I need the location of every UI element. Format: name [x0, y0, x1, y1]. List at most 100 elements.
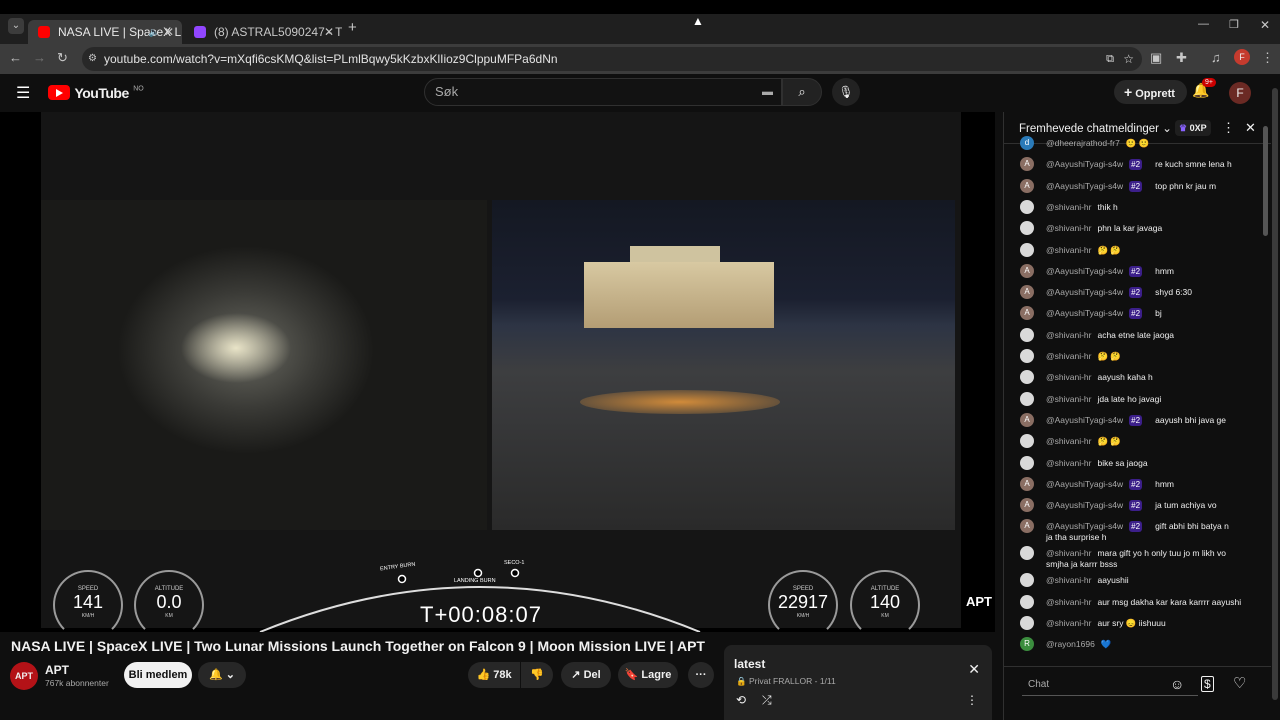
menu-dots-icon[interactable]: ⋮ [1261, 50, 1274, 66]
save-button[interactable]: 🔖 Lagre [618, 662, 678, 688]
chat-avatar[interactable] [1020, 455, 1034, 470]
install-icon[interactable]: ⧉ [1106, 47, 1114, 71]
chat-author[interactable]: @shivani-hr [1046, 575, 1091, 586]
close-tab-icon[interactable]: ✕ [324, 20, 334, 44]
minimize-button[interactable]: — [1198, 18, 1209, 30]
media-icon[interactable]: ♫ [1211, 50, 1221, 65]
close-chat-icon[interactable]: ✕ [1245, 120, 1256, 136]
chat-avatar[interactable]: A [1020, 498, 1034, 513]
xp-badge[interactable]: ♛ 0XP [1175, 120, 1211, 136]
search-button[interactable]: ⌕ [782, 78, 822, 106]
chat-author[interactable]: @shivani-hr [1046, 245, 1091, 256]
chat-author[interactable]: @shivani-hr [1046, 394, 1091, 405]
chat-author[interactable]: @AayushiTyagi-s4w [1046, 287, 1123, 298]
notifications-button[interactable]: 🔔 9+ [1192, 78, 1216, 102]
chat-author[interactable]: @AayushiTyagi-s4w [1046, 308, 1123, 319]
video-player[interactable]: SPEED 141 KM/H ALTITUDE 0.0 KM ENTRY BUR… [0, 112, 995, 632]
chat-author[interactable]: @shivani-hr [1046, 330, 1091, 341]
chat-author[interactable]: @shivani-hr [1046, 223, 1091, 234]
chat-avatar[interactable]: A [1020, 285, 1034, 300]
join-button[interactable]: Bli medlem [124, 662, 192, 688]
chat-author[interactable]: @AayushiTyagi-s4w [1046, 479, 1123, 490]
reload-icon[interactable]: ↻ [57, 50, 68, 66]
chat-avatar[interactable] [1020, 546, 1034, 561]
like-button[interactable]: 👍 78k [468, 662, 520, 688]
super-chat-icon[interactable]: $ [1201, 676, 1214, 692]
chat-mode-dropdown[interactable]: Fremhevede chatmeldinger ⌄ [1019, 121, 1172, 135]
chat-avatar[interactable] [1020, 242, 1034, 257]
chat-author[interactable]: @AayushiTyagi-s4w [1046, 500, 1123, 511]
new-tab-button[interactable]: + [348, 19, 357, 36]
shuffle-icon[interactable]: ⤮ [762, 693, 772, 708]
playlist-menu-icon[interactable]: ⋮ [966, 693, 978, 707]
youtube-logo[interactable]: YouTube NO [48, 84, 144, 102]
subscribe-bell-button[interactable]: 🔔 ⌄ [198, 662, 246, 688]
search-input[interactable]: Søk ▬ [424, 78, 782, 106]
share-button[interactable]: ↗ Del [561, 662, 611, 688]
chat-author[interactable]: @shivani-hr [1046, 597, 1091, 608]
chat-author[interactable]: @AayushiTyagi-s4w [1046, 415, 1123, 426]
chat-author[interactable]: @shivani-hr [1046, 202, 1091, 213]
chat-avatar[interactable] [1020, 327, 1034, 342]
chat-avatar[interactable]: R [1020, 637, 1034, 652]
chat-author[interactable]: @dheerajrathod-fr7 [1046, 138, 1120, 149]
chat-author[interactable]: @shivani-hr [1046, 372, 1091, 383]
extension-icon[interactable]: ▣ [1150, 50, 1162, 66]
channel-name[interactable]: APT [45, 663, 69, 677]
chat-avatar[interactable]: A [1020, 263, 1034, 278]
create-button[interactable]: + Opprett [1114, 80, 1187, 104]
chat-avatar[interactable] [1020, 616, 1034, 630]
close-playlist-icon[interactable]: ✕ [968, 661, 980, 678]
site-info-icon[interactable]: ⚙ [88, 47, 97, 71]
chat-author[interactable]: @AayushiTyagi-s4w [1046, 521, 1123, 532]
profile-avatar[interactable]: F [1234, 49, 1250, 65]
tab-twitch[interactable]: (8) ASTRAL5090247 - Twitch ✕ [184, 20, 342, 44]
hamburger-menu-icon[interactable]: ☰ [16, 83, 30, 103]
chat-avatar[interactable]: A [1020, 476, 1034, 491]
chat-avatar[interactable] [1020, 370, 1034, 385]
playlist-title[interactable]: latest [734, 657, 765, 671]
chat-author[interactable]: @AayushiTyagi-s4w [1046, 181, 1123, 192]
close-window-button[interactable]: ✕ [1260, 18, 1270, 32]
chat-author[interactable]: @shivani-hr [1046, 618, 1091, 629]
chat-avatar[interactable] [1020, 349, 1034, 363]
chat-author[interactable]: @shivani-hr [1046, 351, 1091, 362]
channel-avatar[interactable]: APT [10, 662, 38, 690]
chat-avatar[interactable]: A [1020, 178, 1034, 193]
chat-avatar[interactable] [1020, 573, 1034, 588]
forward-icon[interactable]: → [33, 50, 46, 65]
mute-icon[interactable]: 🔈 [149, 20, 160, 44]
chat-avatar[interactable] [1020, 221, 1034, 236]
voice-search-button[interactable]: 🎙 [832, 78, 860, 106]
back-icon[interactable]: ← [9, 50, 22, 65]
chat-avatar[interactable]: d [1020, 136, 1034, 150]
chat-avatar[interactable] [1020, 434, 1034, 449]
url-field[interactable]: ⚙ youtube.com/watch?v=mXqfi6csKMQ&list=P… [82, 47, 1142, 71]
maximize-button[interactable]: ❐ [1229, 18, 1239, 31]
chat-author[interactable]: @rayon1696 [1046, 639, 1095, 650]
chat-avatar[interactable]: A [1020, 306, 1034, 321]
page-scrollbar[interactable] [1272, 88, 1278, 700]
tab-search-icon[interactable]: ⌄ [8, 18, 24, 34]
chat-author[interactable]: @shivani-hr [1046, 548, 1091, 559]
close-tab-icon[interactable]: ✕ [164, 20, 174, 44]
heart-icon[interactable]: ♡ [1233, 674, 1246, 692]
chat-avatar[interactable] [1020, 391, 1034, 406]
keyboard-icon[interactable]: ▬ [762, 79, 773, 105]
chat-menu-icon[interactable]: ⋮ [1222, 120, 1235, 136]
loop-icon[interactable]: ⟲ [736, 693, 746, 707]
more-actions-button[interactable]: ··· [688, 662, 714, 688]
chat-avatar[interactable]: A [1020, 157, 1034, 172]
chat-author[interactable]: @shivani-hr [1046, 436, 1091, 447]
account-avatar[interactable]: F [1229, 82, 1251, 104]
tab-youtube[interactable]: NASA LIVE | SpaceX LIVE | T 🔈 ✕ [28, 20, 182, 44]
emoji-icon[interactable]: ☺ [1170, 676, 1184, 692]
puzzle-icon[interactable]: ✚ [1176, 50, 1187, 66]
bookmark-star-icon[interactable]: ☆ [1123, 47, 1134, 71]
chat-avatar[interactable]: A [1020, 519, 1034, 534]
chat-author[interactable]: @shivani-hr [1046, 458, 1091, 469]
chat-author[interactable]: @AayushiTyagi-s4w [1046, 266, 1123, 277]
dislike-button[interactable]: 👎 [521, 662, 553, 688]
chat-scrollbar[interactable] [1263, 126, 1268, 236]
chat-avatar[interactable] [1020, 594, 1034, 609]
